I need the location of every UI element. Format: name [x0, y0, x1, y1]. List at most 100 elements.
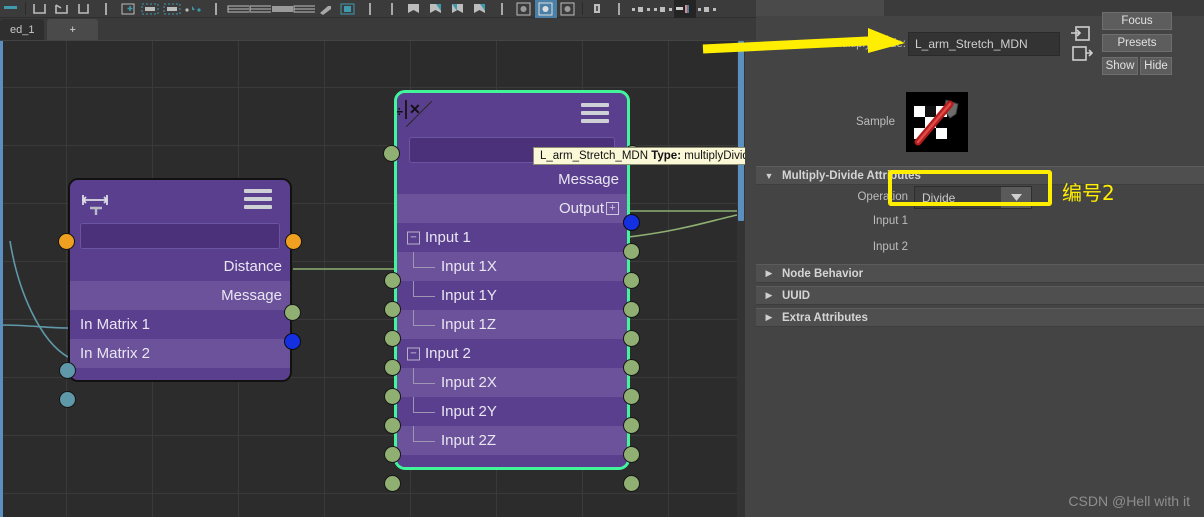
node-mdn-port-output[interactable]: [623, 243, 640, 260]
dots-a-icon[interactable]: [630, 0, 652, 18]
hide-menu-button[interactable]: Hide: [1140, 57, 1172, 75]
node-dst-port-message[interactable]: [284, 333, 301, 350]
node-mdn-row-message[interactable]: Message: [397, 165, 627, 194]
layer-b-icon[interactable]: [249, 0, 271, 18]
node-mdn-row-input2x[interactable]: Input 2X: [397, 368, 627, 397]
chevron-down-icon[interactable]: ▼: [756, 171, 782, 181]
node-dst-port-inmatrix1[interactable]: [59, 362, 76, 379]
line-tool-icon[interactable]: [0, 0, 22, 18]
chevron-right-icon-extra[interactable]: ▶: [756, 312, 782, 323]
node-mdn-port-input1x-r[interactable]: [623, 301, 640, 318]
curve-closed-icon[interactable]: [51, 0, 73, 18]
node-mdn-port-in-main[interactable]: [383, 145, 400, 162]
node-mdn-row-input2z[interactable]: Input 2Z: [397, 426, 627, 455]
node-mdn-port-input2[interactable]: [384, 388, 401, 405]
node-mdn-menu-icon[interactable]: [581, 103, 609, 127]
chevron-right-icon-node-behavior[interactable]: ▶: [756, 268, 782, 279]
copy-tab-icon[interactable]: [1071, 45, 1094, 68]
node-name-field[interactable]: L_arm_Stretch_MDN: [908, 32, 1060, 56]
node-mdn-row-output[interactable]: Output +: [397, 194, 627, 223]
node-dst-menu-icon[interactable]: [244, 189, 272, 213]
node-mdn-port-input2-r[interactable]: [623, 388, 640, 405]
node-mdn-port-input1y-r[interactable]: [623, 330, 640, 347]
layer-d-icon[interactable]: [293, 0, 315, 18]
node-mdn-port-input2z-r[interactable]: [623, 475, 640, 492]
presets-button[interactable]: Presets: [1102, 34, 1172, 52]
show-menu-button[interactable]: Show: [1102, 57, 1138, 75]
node-mdn-port-input2x[interactable]: [384, 417, 401, 434]
node-mdn-collapse-input2[interactable]: −: [407, 347, 420, 360]
node-mdn-row-input1x[interactable]: Input 1X: [397, 252, 627, 281]
flag-marker-icon[interactable]: [381, 0, 403, 18]
flag-b-icon[interactable]: [425, 0, 447, 18]
node-mdn-port-input1y[interactable]: [384, 330, 401, 347]
node-mdn-port-input1[interactable]: [384, 272, 401, 289]
section-extra-attributes[interactable]: ▶ Extra Attributes: [756, 308, 1204, 327]
node-mdn-port-input1x[interactable]: [384, 301, 401, 318]
sample-swatch[interactable]: [906, 92, 968, 152]
add-keyframe-icon[interactable]: [117, 0, 139, 18]
section-uuid[interactable]: ▶ UUID: [756, 286, 1204, 305]
light-icon[interactable]: [586, 0, 608, 18]
render-toggle-icon[interactable]: [337, 0, 359, 18]
wrench-icon[interactable]: [315, 0, 337, 18]
node-dst-port-in-main[interactable]: [58, 233, 75, 250]
node-mdn-row-input1z[interactable]: Input 1Z: [397, 310, 627, 339]
canvas-vertical-scrollbar[interactable]: [737, 41, 745, 517]
flag-a-icon[interactable]: [403, 0, 425, 18]
node-dst-port-out-main[interactable]: [285, 233, 302, 250]
node-dst-row-inmatrix2[interactable]: In Matrix 2: [70, 339, 290, 368]
select-region2-icon[interactable]: [161, 0, 183, 18]
dots-c-icon[interactable]: [696, 0, 718, 18]
node-dst-row-message[interactable]: Message: [70, 281, 290, 310]
color-swatch-icon[interactable]: [674, 0, 696, 18]
node-mdn-port-input2z[interactable]: [384, 475, 401, 492]
node-dst-port-inmatrix2[interactable]: [59, 391, 76, 408]
locator-icon[interactable]: [95, 0, 117, 18]
flag-d-icon[interactable]: [469, 0, 491, 18]
focus-button[interactable]: Focus: [1102, 12, 1172, 30]
node-mdn-port-input2x-r[interactable]: [623, 417, 640, 434]
tab-node-editor[interactable]: ed_1: [0, 19, 45, 40]
handle-icon[interactable]: [205, 0, 227, 18]
node-mdn-row-input2[interactable]: − Input 2: [397, 339, 627, 368]
node-mdn-collapse-input1[interactable]: −: [407, 231, 420, 244]
curve-corner-icon[interactable]: [73, 0, 95, 18]
pin-icon[interactable]: [491, 0, 513, 18]
node-l-arm-dst[interactable]: Distance Message In Matrix 1 In Matrix 2: [58, 178, 302, 408]
chevron-right-icon-uuid[interactable]: ▶: [756, 290, 782, 301]
node-editor-canvas[interactable]: L_arm_DST Distance: [0, 41, 745, 517]
node-editor-icon[interactable]: [535, 0, 557, 18]
node-mdn-row-input2y[interactable]: Input 2Y: [397, 397, 627, 426]
pin-handle-icon[interactable]: [359, 0, 381, 18]
node-mdn-label-message: Message: [558, 171, 619, 188]
select-region-icon[interactable]: [139, 0, 161, 18]
snap-points-icon[interactable]: [183, 0, 205, 18]
flag-c-icon[interactable]: [447, 0, 469, 18]
image-plane-icon[interactable]: [513, 0, 535, 18]
node-mdn-port-message[interactable]: [623, 214, 640, 231]
tab-add-button[interactable]: +: [47, 19, 98, 40]
node-mdn-port-input1z[interactable]: [384, 359, 401, 376]
node-mdn-port-input2y[interactable]: [384, 446, 401, 463]
node-mdn-port-input1-r[interactable]: [623, 272, 640, 289]
node-mdn-row-input1[interactable]: − Input 1: [397, 223, 627, 252]
node-dst-row-distance[interactable]: Distance: [70, 252, 290, 281]
node-dst-name-field[interactable]: [80, 223, 280, 249]
node-dst-port-distance[interactable]: [284, 304, 301, 321]
layer-c-icon[interactable]: [271, 0, 293, 18]
section-node-behavior[interactable]: ▶ Node Behavior: [756, 264, 1204, 283]
layer-a-icon[interactable]: [227, 0, 249, 18]
node-mdn-port-input2y-r[interactable]: [623, 446, 640, 463]
node-dst-row-inmatrix1[interactable]: In Matrix 1: [70, 310, 290, 339]
node-mdn-expand-output[interactable]: +: [606, 202, 619, 215]
node-mdn-row-input1y[interactable]: Input 1Y: [397, 281, 627, 310]
node-mdn-port-input1z-r[interactable]: [623, 359, 640, 376]
tab-bar-filler: [97, 19, 756, 40]
spot-icon[interactable]: [608, 0, 630, 18]
curve-open-icon[interactable]: [29, 0, 51, 18]
dots-b-icon[interactable]: [652, 0, 674, 18]
attribute-editor-tab-active[interactable]: [756, 0, 884, 16]
hypershade-icon[interactable]: [557, 0, 579, 18]
scrollbar-thumb[interactable]: [738, 41, 744, 221]
